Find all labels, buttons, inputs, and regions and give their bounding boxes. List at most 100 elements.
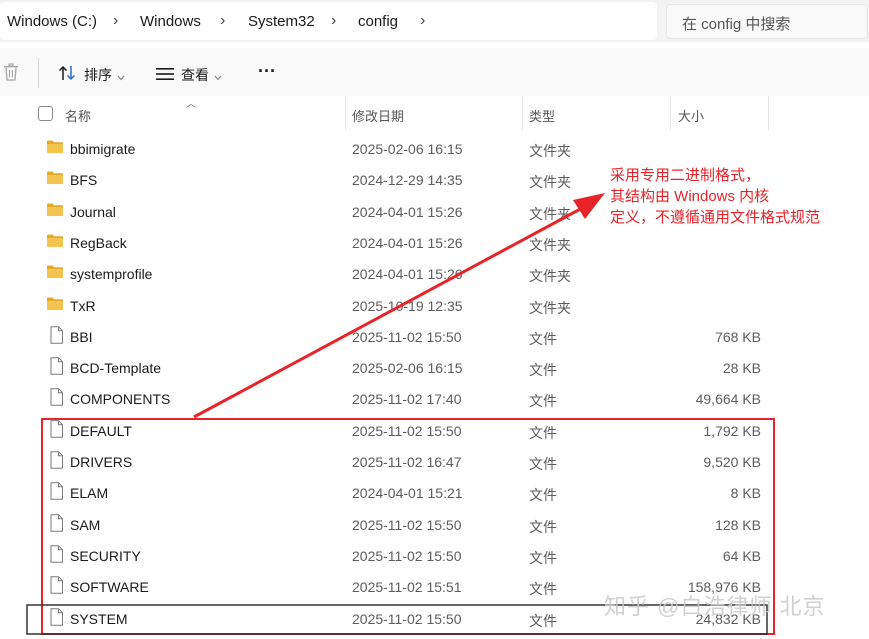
file-date: 2025-02-06 16:15 [352, 141, 463, 157]
table-row[interactable]: COMPONENTS 2025-11-02 17:40 文件 49,664 KB [0, 383, 869, 414]
more-options-button[interactable]: ··· [252, 48, 286, 96]
file-date: 2025-11-02 15:50 [352, 516, 462, 533]
annotation-line-2: 其结构由 Windows 内核 [610, 188, 770, 205]
file-name: systemprofile [70, 266, 153, 283]
sort-button[interactable]: 排序 [52, 48, 132, 96]
view-label: 查看 [181, 67, 209, 83]
annotation-line-1: 采用专用二进制格式， [610, 167, 761, 184]
column-type[interactable]: 类型 [523, 96, 669, 130]
column-divider[interactable] [768, 96, 769, 130]
column-date-label: 修改日期 [352, 109, 405, 124]
file-type: 文件 [529, 330, 557, 347]
file-date: 2025-11-02 15:50 [352, 422, 462, 439]
file-name: SAM [70, 516, 101, 533]
sort-label: 排序 [84, 67, 112, 83]
chevron-right-icon[interactable]: › [331, 12, 336, 30]
column-name-label: 名称 [65, 109, 92, 124]
file-date: 2025-11-02 15:51 [352, 579, 462, 596]
folder-icon [46, 202, 66, 220]
file-type: 文件 [529, 424, 557, 441]
file-name: SECURITY [70, 547, 141, 564]
column-size[interactable]: 大小 [671, 96, 767, 130]
table-row[interactable]: BBI 2025-11-02 15:50 文件 768 KB [0, 321, 869, 352]
file-name: bbimigrate [70, 141, 136, 157]
file-name: BBI [70, 328, 93, 345]
file-date: 2025-11-02 17:40 [352, 391, 462, 408]
view-button[interactable]: 查看 [150, 48, 230, 96]
file-size: 768 KB [715, 328, 761, 345]
toolbar-divider [38, 58, 39, 88]
file-name: DEFAULT [70, 422, 132, 439]
column-type-label: 类型 [529, 109, 556, 124]
file-date: 2024-12-29 14:35 [352, 172, 463, 189]
table-row[interactable]: DRIVERS 2025-11-02 16:47 文件 9,520 KB [0, 446, 869, 477]
breadcrumb-item-system32[interactable]: System32 [248, 13, 315, 30]
file-name: COMPONENTS [70, 391, 171, 408]
view-icon [156, 67, 174, 85]
folder-icon [46, 170, 66, 188]
table-row[interactable]: ELAM 2024-04-01 15:21 文件 8 KB [0, 477, 869, 508]
file-name: BCD-Template [70, 360, 162, 377]
select-all-checkbox[interactable] [38, 106, 53, 121]
file-type: 文件 [529, 362, 557, 379]
column-date[interactable]: 修改日期 [346, 96, 522, 130]
file-icon [49, 482, 69, 501]
file-date: 2025-11-02 15:50 [352, 610, 462, 627]
file-date: 2025-02-06 16:15 [352, 360, 463, 377]
file-date: 2024-04-01 15:26 [352, 234, 463, 251]
table-row[interactable]: TxR 2025-10-19 12:35 文件夹 [0, 290, 869, 321]
file-type: 文件 [529, 456, 557, 472]
file-type: 文件 [529, 487, 557, 504]
search-placeholder: 在 config 中搜索 [682, 16, 791, 33]
file-type: 文件夹 [529, 236, 571, 253]
file-type: 文件夹 [529, 174, 571, 191]
file-size: 1,792 KB [703, 422, 761, 439]
breadcrumb[interactable]: Windows (C:) › Windows › System32 › conf… [0, 2, 657, 40]
table-row[interactable]: bbimigrate 2025-02-06 16:15 文件夹 [0, 133, 869, 164]
chevron-right-icon[interactable]: › [420, 12, 425, 30]
file-type: 文件 [529, 549, 557, 566]
table-row[interactable]: BCD-Template 2025-02-06 16:15 文件 28 KB [0, 352, 869, 383]
file-type: 文件 [529, 612, 557, 629]
file-size: 8 KB [730, 485, 761, 502]
file-type: 文件夹 [529, 299, 571, 316]
breadcrumb-item-drive[interactable]: Windows (C:) [7, 13, 97, 30]
file-type: 文件夹 [529, 205, 571, 222]
file-name: RegBack [70, 234, 127, 251]
search-input[interactable]: 在 config 中搜索 [666, 4, 868, 39]
folder-icon [46, 233, 66, 251]
command-bar: 排序 查看 ··· [0, 48, 869, 96]
file-icon [49, 388, 69, 407]
column-name[interactable]: 名称 [56, 96, 344, 130]
file-name: Journal [70, 203, 116, 220]
file-date: 2024-04-01 15:26 [352, 203, 463, 220]
breadcrumb-item-windows[interactable]: Windows [140, 13, 201, 30]
file-icon [49, 576, 69, 594]
chevron-right-icon[interactable]: › [220, 12, 225, 30]
file-icon [49, 545, 69, 563]
table-row[interactable]: SECURITY 2025-11-02 15:50 文件 64 KB [0, 540, 869, 571]
file-type: 文件 [529, 581, 557, 598]
breadcrumb-item-config[interactable]: config [358, 13, 398, 30]
table-row[interactable]: RegBack 2024-04-01 15:26 文件夹 [0, 227, 869, 258]
file-icon [49, 607, 69, 626]
file-date: 2025-11-02 15:50 [352, 328, 462, 345]
file-icon [49, 513, 69, 532]
chevron-right-icon[interactable]: › [113, 12, 118, 30]
file-size: 9,520 KB [703, 454, 761, 470]
chevron-down-icon [117, 68, 125, 86]
folder-icon [46, 264, 66, 282]
file-date: 2025-11-02 15:50 [352, 547, 462, 564]
folder-icon [46, 296, 66, 314]
file-name: TxR [70, 297, 96, 314]
file-name: DRIVERS [70, 454, 133, 470]
delete-icon[interactable] [3, 63, 19, 81]
sort-icon [58, 65, 76, 86]
table-row[interactable]: SAM 2025-11-02 15:50 文件 128 KB [0, 509, 869, 540]
table-row[interactable]: DEFAULT 2025-11-02 15:50 文件 1,792 KB [0, 415, 869, 446]
file-date: 2025-10-19 12:35 [352, 297, 463, 314]
column-size-label: 大小 [678, 109, 705, 124]
table-row[interactable]: systemprofile 2024-04-01 15:26 文件夹 [0, 258, 869, 289]
file-icon [49, 419, 69, 438]
column-header: ︿ 名称 修改日期 类型 大小 [0, 96, 869, 130]
